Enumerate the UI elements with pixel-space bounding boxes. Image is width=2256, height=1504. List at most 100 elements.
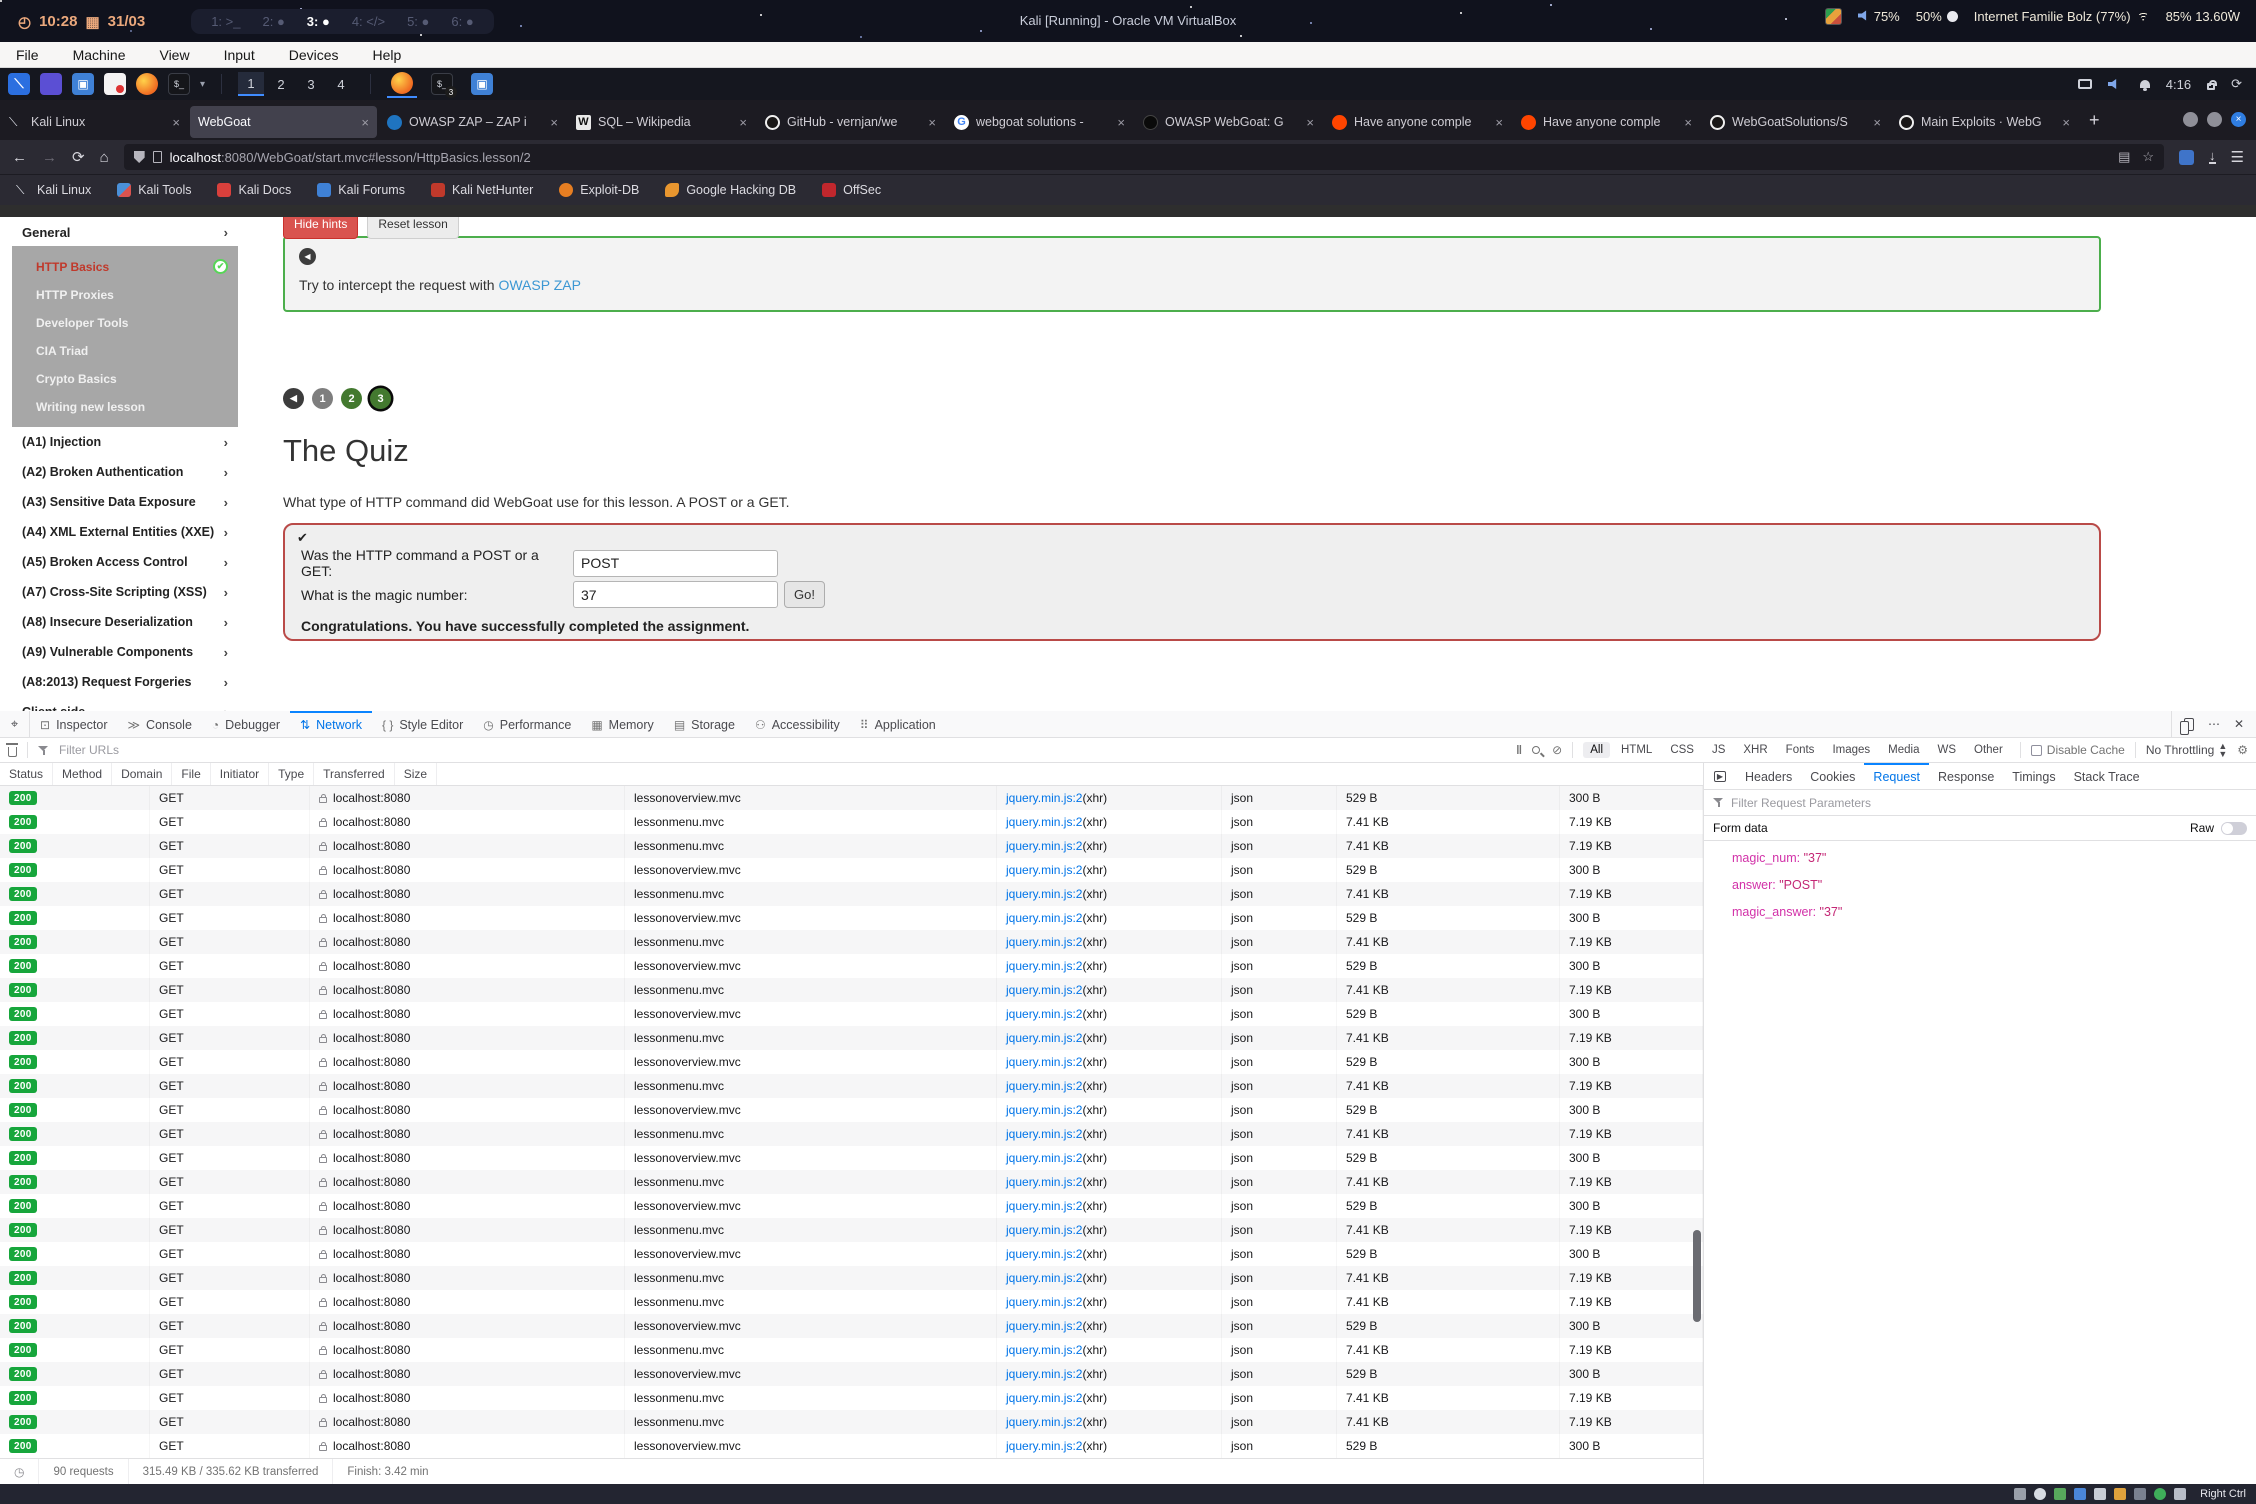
column-header[interactable]: Domain: [112, 763, 172, 785]
hard-disk-icon[interactable]: [2014, 1488, 2026, 1500]
initiator-link[interactable]: jquery.min.js:2: [1006, 1151, 1082, 1165]
menubar-item[interactable]: File: [16, 47, 39, 63]
tab-close-icon[interactable]: ×: [1117, 115, 1125, 130]
network-request-row[interactable]: 200 GET localhost:8080 lessonmenu.mvc jq…: [0, 1074, 1703, 1098]
initiator-link[interactable]: jquery.min.js:2: [1006, 1319, 1082, 1333]
window-close-button[interactable]: ×: [2231, 112, 2246, 127]
app-launcher-icon[interactable]: [40, 73, 62, 95]
network-request-row[interactable]: 200 GET localhost:8080 lessonoverview.mv…: [0, 786, 1703, 810]
initiator-link[interactable]: jquery.min.js:2: [1006, 1103, 1082, 1117]
network-indicator[interactable]: Internet Familie Bolz (77%): [1974, 9, 2150, 24]
initiator-link[interactable]: jquery.min.js:2: [1006, 1391, 1082, 1405]
column-header[interactable]: File: [172, 763, 210, 785]
column-header[interactable]: Size: [395, 763, 437, 785]
shared-folders-icon[interactable]: [2114, 1488, 2126, 1500]
devtools-tab[interactable]: Console: [117, 711, 201, 737]
network-request-row[interactable]: 200 GET localhost:8080 lessonoverview.mv…: [0, 1002, 1703, 1026]
network-request-row[interactable]: 200 GET localhost:8080 lessonmenu.mvc jq…: [0, 1218, 1703, 1242]
initiator-link[interactable]: jquery.min.js:2: [1006, 1199, 1082, 1213]
tab-close-icon[interactable]: ×: [739, 115, 747, 130]
page-number-button[interactable]: 2: [341, 388, 362, 409]
network-request-row[interactable]: 200 GET localhost:8080 lessonmenu.mvc jq…: [0, 810, 1703, 834]
type-filter-button[interactable]: WS: [1930, 742, 1963, 758]
network-request-row[interactable]: 200 GET localhost:8080 lessonmenu.mvc jq…: [0, 1290, 1703, 1314]
menubar-item[interactable]: View: [159, 47, 189, 63]
tab-close-icon[interactable]: ×: [928, 115, 936, 130]
type-filter-button[interactable]: Other: [1967, 742, 2010, 758]
file-manager-icon[interactable]: [72, 73, 94, 95]
browser-tab[interactable]: Kali Linux ×: [1, 106, 188, 138]
text-editor-icon[interactable]: [104, 73, 126, 95]
browser-tab[interactable]: SQL – Wikipedia ×: [568, 106, 755, 138]
request-panel-tab[interactable]: Cookies: [1801, 763, 1864, 789]
request-panel-tab[interactable]: Timings: [2003, 763, 2064, 789]
timing-clock-icon[interactable]: ◷: [14, 1465, 24, 1479]
sidebar-category-item[interactable]: (A2) Broken Authentication ›: [12, 457, 238, 487]
workspace-button[interactable]: 4: [328, 72, 354, 96]
sidebar-category-item[interactable]: (A8) Insecure Deserialization ›: [12, 607, 238, 637]
request-panel-tab[interactable]: Request: [1864, 763, 1929, 789]
type-filter-button[interactable]: Fonts: [1779, 742, 1822, 758]
network-request-row[interactable]: 200 GET localhost:8080 lessonmenu.mvc jq…: [0, 1026, 1703, 1050]
workspace-button[interactable]: 2: [268, 72, 294, 96]
initiator-link[interactable]: jquery.min.js:2: [1006, 887, 1082, 901]
type-filter-button[interactable]: JS: [1705, 742, 1732, 758]
network-request-row[interactable]: 200 GET localhost:8080 lessonmenu.mvc jq…: [0, 930, 1703, 954]
network-request-row[interactable]: 200 GET localhost:8080 lessonmenu.mvc jq…: [0, 834, 1703, 858]
owasp-zap-link[interactable]: OWASP ZAP: [498, 277, 580, 293]
split-pane-toggle-icon[interactable]: ▶: [1704, 763, 1736, 789]
mouse-integration-icon[interactable]: [2154, 1488, 2166, 1500]
tab-close-icon[interactable]: ×: [1684, 115, 1692, 130]
initiator-link[interactable]: jquery.min.js:2: [1006, 1367, 1082, 1381]
initiator-link[interactable]: jquery.min.js:2: [1006, 1031, 1082, 1045]
network-request-row[interactable]: 200 GET localhost:8080 lessonmenu.mvc jq…: [0, 1122, 1703, 1146]
site-info-icon[interactable]: [153, 151, 162, 163]
type-filter-button[interactable]: Images: [1825, 742, 1877, 758]
initiator-link[interactable]: jquery.min.js:2: [1006, 1055, 1082, 1069]
search-icon[interactable]: [1532, 746, 1540, 754]
column-header[interactable]: Transferred: [314, 763, 395, 785]
devtools-tab[interactable]: Inspector: [30, 711, 117, 737]
initiator-link[interactable]: jquery.min.js:2: [1006, 1007, 1082, 1021]
network-request-row[interactable]: 200 GET localhost:8080 lessonmenu.mvc jq…: [0, 1386, 1703, 1410]
window-minimize-button[interactable]: [2183, 112, 2198, 127]
menu-hamburger-icon[interactable]: ☰: [2231, 148, 2244, 166]
browser-tab[interactable]: WebGoatSolutions/S ×: [1702, 106, 1889, 138]
network-request-row[interactable]: 200 GET localhost:8080 lessonmenu.mvc jq…: [0, 882, 1703, 906]
raw-toggle[interactable]: [2221, 822, 2247, 835]
browser-tab[interactable]: Have anyone comple ×: [1513, 106, 1700, 138]
network-request-row[interactable]: 200 GET localhost:8080 lessonoverview.mv…: [0, 1098, 1703, 1122]
go-button[interactable]: Go!: [784, 581, 825, 608]
audio-icon[interactable]: [2054, 1488, 2066, 1500]
bookmark-item[interactable]: Kali Tools: [117, 183, 191, 197]
network-request-row[interactable]: 200 GET localhost:8080 lessonmenu.mvc jq…: [0, 1170, 1703, 1194]
menubar-item[interactable]: Help: [373, 47, 402, 63]
sidebar-category-item[interactable]: (A9) Vulnerable Components ›: [12, 637, 238, 667]
optical-disk-icon[interactable]: [2034, 1488, 2046, 1500]
initiator-link[interactable]: jquery.min.js:2: [1006, 935, 1082, 949]
downloads-button[interactable]: ↓: [2209, 151, 2216, 164]
initiator-link[interactable]: jquery.min.js:2: [1006, 1343, 1082, 1357]
browser-tab[interactable]: OWASP ZAP – ZAP i ×: [379, 106, 566, 138]
bookmark-item[interactable]: Kali NetHunter: [431, 183, 533, 197]
sidebar-category-item[interactable]: (A3) Sensitive Data Exposure ›: [12, 487, 238, 517]
column-header[interactable]: Type: [269, 763, 314, 785]
devtools-tab[interactable]: Debugger: [202, 711, 290, 737]
sidebar-category-item[interactable]: (A8:2013) Request Forgeries ›: [12, 667, 238, 697]
extension-icon[interactable]: [2179, 150, 2194, 165]
lock-screen-icon[interactable]: [2207, 83, 2215, 90]
magic-number-input[interactable]: [573, 581, 778, 608]
network-request-row[interactable]: 200 GET localhost:8080 lessonmenu.mvc jq…: [0, 978, 1703, 1002]
page-number-button[interactable]: 1: [312, 388, 333, 409]
type-filter-button[interactable]: Media: [1881, 742, 1926, 758]
initiator-link[interactable]: jquery.min.js:2: [1006, 959, 1082, 973]
sidebar-lesson-item[interactable]: HTTP Proxies ✔: [12, 281, 238, 309]
initiator-link[interactable]: jquery.min.js:2: [1006, 1247, 1082, 1261]
initiator-link[interactable]: jquery.min.js:2: [1006, 1415, 1082, 1429]
devtools-tab[interactable]: Style Editor: [372, 711, 473, 737]
network-request-row[interactable]: 200 GET localhost:8080 lessonoverview.mv…: [0, 858, 1703, 882]
menubar-item[interactable]: Machine: [73, 47, 126, 63]
initiator-link[interactable]: jquery.min.js:2: [1006, 1439, 1082, 1453]
initiator-link[interactable]: jquery.min.js:2: [1006, 863, 1082, 877]
bookmark-item[interactable]: Exploit-DB: [559, 183, 639, 197]
